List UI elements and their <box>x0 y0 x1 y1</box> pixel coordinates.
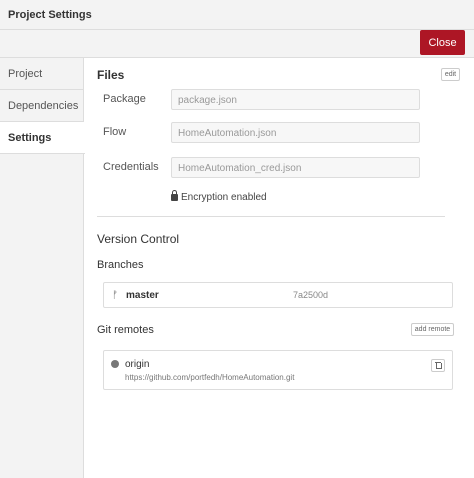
remote-name: origin <box>125 359 150 370</box>
delete-remote-button[interactable] <box>431 359 445 372</box>
flow-field[interactable]: HomeAutomation.json <box>171 122 420 143</box>
package-label: Package <box>103 93 146 105</box>
dialog-action-bar <box>0 30 474 58</box>
lock-icon <box>171 190 178 201</box>
sidebar-item-settings[interactable]: Settings <box>0 122 85 154</box>
branch-row[interactable]: ᚠ master 7a2500d <box>103 282 453 308</box>
sidebar-item-project[interactable]: Project <box>0 58 84 90</box>
add-remote-button[interactable]: add remote <box>411 323 454 336</box>
branch-commit-hash: 7a2500d <box>293 290 329 300</box>
globe-icon <box>111 360 119 368</box>
remote-url: https://github.com/portfedh/HomeAutomati… <box>125 373 295 382</box>
version-control-heading: Version Control <box>97 232 180 246</box>
sidebar-item-dependencies[interactable]: Dependencies <box>0 90 84 122</box>
dialog-title: Project Settings <box>8 9 92 21</box>
package-field[interactable]: package.json <box>171 89 420 110</box>
close-button[interactable]: Close <box>420 30 465 55</box>
section-divider <box>97 216 445 217</box>
branch-icon: ᚠ <box>112 290 118 301</box>
flow-label: Flow <box>103 126 127 138</box>
files-heading: Files <box>97 68 125 82</box>
settings-panel: Files edit Package package.json Flow Hom… <box>85 58 474 478</box>
git-remotes-heading: Git remotes <box>97 324 154 336</box>
credentials-field[interactable]: HomeAutomation_cred.json <box>171 157 420 178</box>
branch-name: master <box>126 290 159 301</box>
encryption-status-text: Encryption enabled <box>181 192 267 203</box>
dialog-titlebar: Project Settings <box>0 0 474 30</box>
remote-row: origin https://github.com/portfedh/HomeA… <box>103 350 453 390</box>
branches-heading: Branches <box>97 259 144 271</box>
edit-files-button[interactable]: edit <box>441 68 460 81</box>
encryption-status: Encryption enabled <box>171 190 267 203</box>
credentials-label: Credentials <box>103 161 159 173</box>
settings-sidebar: Project Dependencies Settings <box>0 58 85 478</box>
